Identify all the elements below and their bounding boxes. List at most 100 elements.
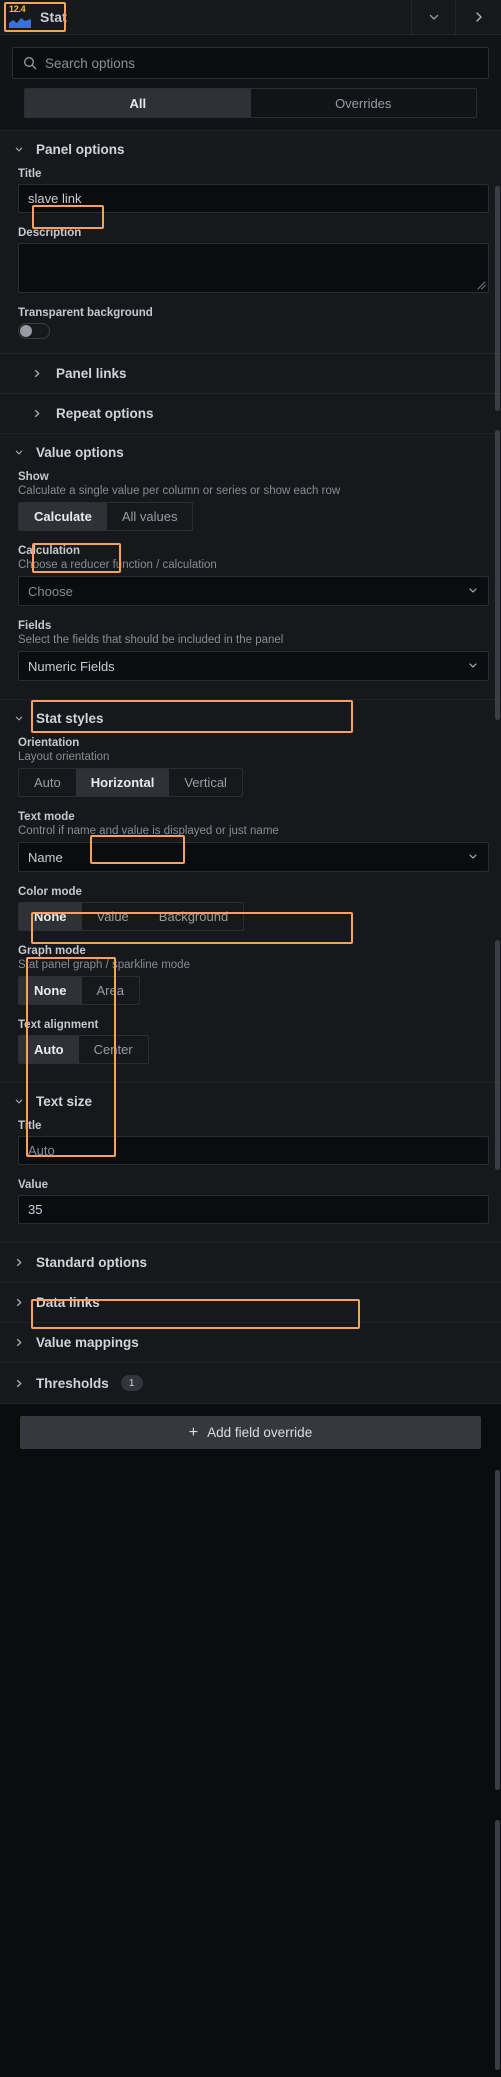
scrollbar-thumb-lower[interactable] xyxy=(495,940,500,1170)
tabs-spacer xyxy=(0,118,501,130)
version-badge: 12.4 xyxy=(9,4,26,14)
field-panel-title: Title slave link xyxy=(18,168,489,213)
color-mode-option-value[interactable]: Value xyxy=(82,903,144,930)
plus-icon: + xyxy=(188,1423,199,1441)
desc-graph-mode: Stat panel graph / sparkline mode xyxy=(18,959,190,971)
calculation-select[interactable]: Choose xyxy=(18,576,489,606)
chevron-down-icon xyxy=(14,1096,24,1107)
color-mode-option-background[interactable]: Background xyxy=(144,903,243,930)
scrollbar-thumb-mid[interactable] xyxy=(495,430,500,720)
section-header-value-options[interactable]: Value options xyxy=(0,434,501,471)
field-graph-mode: Graph mode Stat panel graph / sparkline … xyxy=(18,945,489,1005)
close-options-pane-button[interactable] xyxy=(455,0,501,34)
text-alignment-option-auto[interactable]: Auto xyxy=(19,1036,79,1063)
footer-area: + Add field override xyxy=(0,1403,501,1463)
desc-text-mode: Control if name and value is displayed o… xyxy=(18,825,279,837)
label-description: Description xyxy=(18,227,82,239)
visualization-picker-button[interactable]: 12.4 Stat xyxy=(0,0,411,34)
value-options-body: Show Calculate a single value per column… xyxy=(0,471,501,681)
chevron-right-icon xyxy=(14,1297,24,1308)
scrollbar-thumb-upper[interactable] xyxy=(495,186,500,411)
section-header-stat-styles[interactable]: Stat styles xyxy=(0,700,501,737)
add-field-override-button[interactable]: + Add field override xyxy=(20,1416,481,1449)
text-mode-select[interactable]: Name xyxy=(18,842,489,872)
section-title: Text size xyxy=(36,1094,93,1109)
section-thresholds[interactable]: Thresholds 1 xyxy=(0,1362,501,1403)
text-alignment-option-center[interactable]: Center xyxy=(79,1036,148,1063)
toggle-viz-options-button[interactable] xyxy=(411,0,455,34)
section-standard-options[interactable]: Standard options xyxy=(0,1242,501,1282)
section-header-panel-options[interactable]: Panel options xyxy=(0,131,501,168)
repeat-options-label: Repeat options xyxy=(56,406,154,421)
section-value-mappings[interactable]: Value mappings xyxy=(0,1322,501,1362)
resize-handle-icon[interactable] xyxy=(477,281,486,290)
chevron-down-icon xyxy=(429,14,438,20)
field-calculation: Calculation Choose a reducer function / … xyxy=(18,545,489,606)
chevron-right-icon xyxy=(475,12,482,22)
desc-orientation: Layout orientation xyxy=(18,751,110,763)
show-option-calculate[interactable]: Calculate xyxy=(19,503,107,530)
field-orientation: Orientation Layout orientation Auto Hori… xyxy=(18,737,489,797)
scrollbar-thumb-bottom[interactable] xyxy=(495,1470,500,1790)
label-text-size-title: Title xyxy=(18,1120,42,1132)
section-text-size: Text size Title Auto Value 35 xyxy=(0,1082,501,1242)
chevron-right-icon xyxy=(32,368,42,379)
chevron-down-icon xyxy=(467,659,479,674)
fields-select[interactable]: Numeric Fields xyxy=(18,651,489,681)
subsection-repeat-options[interactable]: Repeat options xyxy=(0,393,501,433)
text-size-title-input[interactable]: Auto xyxy=(18,1136,489,1165)
show-option-all-values[interactable]: All values xyxy=(107,503,193,530)
section-title: Value mappings xyxy=(36,1335,139,1350)
section-title: Thresholds xyxy=(36,1375,109,1391)
text-size-value-input[interactable]: 35 xyxy=(18,1195,489,1224)
chevron-right-icon xyxy=(32,408,42,419)
field-panel-description: Description xyxy=(18,227,489,293)
search-input[interactable] xyxy=(45,55,478,71)
options-scroll-area: Panel options Title slave link Descripti… xyxy=(0,130,501,1463)
graph-mode-option-none[interactable]: None xyxy=(19,977,82,1004)
panel-description-textarea[interactable] xyxy=(18,243,489,293)
section-title: Panel options xyxy=(36,142,125,157)
scrollbar-thumb-end[interactable] xyxy=(495,1820,500,2070)
section-stat-styles: Stat styles Orientation Layout orientati… xyxy=(0,699,501,1082)
label-text-size-value: Value xyxy=(18,1179,49,1191)
chevron-right-icon xyxy=(14,1337,24,1348)
section-panel-options: Panel options Title slave link Descripti… xyxy=(0,130,501,433)
orientation-option-vertical[interactable]: Vertical xyxy=(169,769,242,796)
section-data-links[interactable]: Data links xyxy=(0,1282,501,1322)
section-title: Standard options xyxy=(36,1255,147,1270)
toggle-knob xyxy=(20,325,32,337)
panel-options-sidebar: 12.4 Stat Search options All Overrides P… xyxy=(0,0,501,2077)
graph-mode-option-area[interactable]: Area xyxy=(82,977,139,1004)
orientation-option-horizontal[interactable]: Horizontal xyxy=(75,769,170,796)
section-header-text-size[interactable]: Text size xyxy=(0,1083,501,1120)
label-show: Show xyxy=(18,471,49,483)
field-text-size-title: Title Auto xyxy=(18,1120,489,1165)
color-mode-option-none[interactable]: None xyxy=(19,903,82,930)
panel-title-input[interactable]: slave link xyxy=(18,184,489,213)
search-options-box[interactable] xyxy=(12,47,489,79)
field-text-size-value: Value 35 xyxy=(18,1179,489,1224)
chevron-down-icon xyxy=(14,144,24,155)
subsection-panel-links[interactable]: Panel links xyxy=(0,353,501,393)
section-title: Stat styles xyxy=(36,711,104,726)
text-mode-select-value: Name xyxy=(28,849,63,865)
label-color-mode: Color mode xyxy=(18,886,82,898)
chevron-down-icon xyxy=(467,850,479,865)
search-options-area: All Overrides xyxy=(0,35,501,118)
text-size-body: Title Auto Value 35 xyxy=(0,1120,501,1224)
field-text-alignment: Text alignment Auto Center xyxy=(18,1019,489,1064)
label-text-alignment: Text alignment xyxy=(18,1019,99,1031)
tab-all[interactable]: All xyxy=(25,89,251,117)
field-transparent-background: Transparent background xyxy=(18,307,489,339)
viz-picker-header: 12.4 Stat xyxy=(0,0,501,35)
section-title: Data links xyxy=(36,1295,100,1310)
section-title: Value options xyxy=(36,445,124,460)
transparent-background-toggle[interactable] xyxy=(18,323,50,339)
label-text-mode: Text mode xyxy=(18,811,75,823)
chevron-down-icon xyxy=(467,584,479,599)
tab-overrides[interactable]: Overrides xyxy=(251,89,477,117)
chevron-right-icon xyxy=(14,1257,24,1268)
orientation-option-auto[interactable]: Auto xyxy=(19,769,76,796)
section-value-options: Value options Show Calculate a single va… xyxy=(0,433,501,699)
